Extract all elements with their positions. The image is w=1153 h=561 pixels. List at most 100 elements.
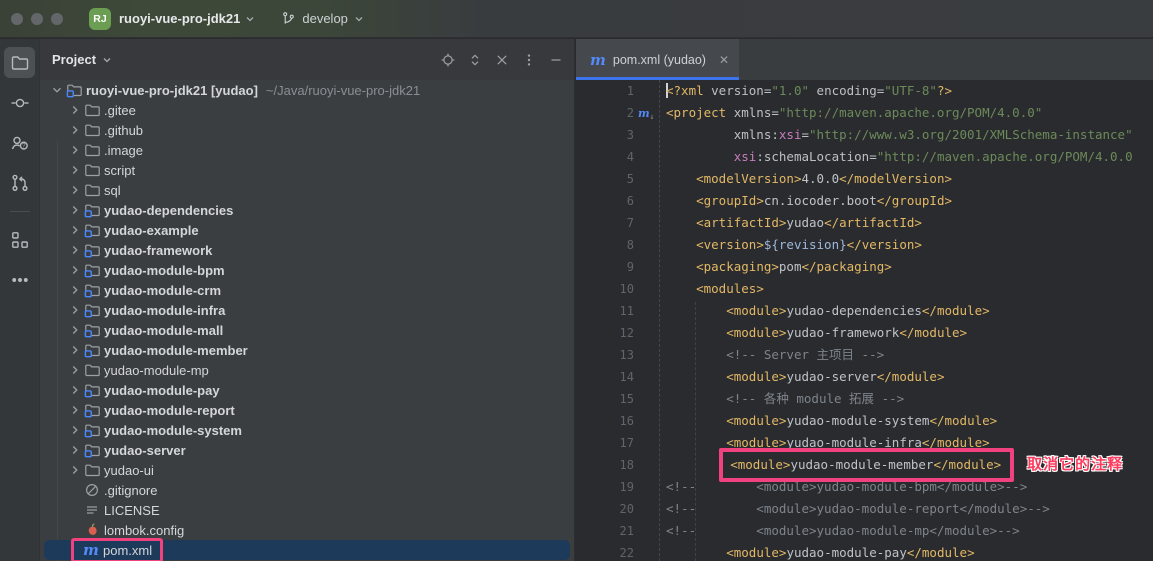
line-number[interactable]: 14: [576, 366, 660, 388]
tab-pom-xml[interactable]: m pom.xml (yudao) ✕: [576, 39, 739, 80]
options-menu-icon[interactable]: [517, 48, 541, 72]
code-editor[interactable]: 1<?xml version="1.0" encoding="UTF-8"?>2…: [576, 80, 1153, 561]
line-number[interactable]: 12: [576, 322, 660, 344]
line-number[interactable]: 1: [576, 80, 660, 102]
code-line-7[interactable]: 7 <artifactId>yudao</artifactId>: [576, 212, 1153, 234]
tree-item-pom.xml[interactable]: mpom.xml: [44, 540, 570, 560]
code-line-14[interactable]: 14 <module>yudao-server</module>: [576, 366, 1153, 388]
hide-panel-icon[interactable]: [544, 48, 568, 72]
chevron-down-icon[interactable]: [245, 14, 255, 24]
code-line-16[interactable]: 16 <module>yudao-module-system</module>: [576, 410, 1153, 432]
tree-item-yudao-example[interactable]: yudao-example: [40, 220, 574, 240]
chevron-right-icon[interactable]: [66, 322, 84, 338]
code-line-18[interactable]: 18 <module>yudao-module-member</module>取…: [576, 454, 1153, 476]
tree-item-.gitee[interactable]: .gitee: [40, 100, 574, 120]
chevron-right-icon[interactable]: [66, 142, 84, 158]
chevron-right-icon[interactable]: [66, 342, 84, 358]
tree-item-root[interactable]: ruoyi-vue-pro-jdk21 [yudao]~/Java/ruoyi-…: [40, 80, 574, 100]
line-number[interactable]: 21: [576, 520, 660, 542]
expand-all-icon[interactable]: [463, 48, 487, 72]
code-line-6[interactable]: 6 <groupId>cn.iocoder.boot</groupId>: [576, 190, 1153, 212]
tree-item-yudao-module-report[interactable]: yudao-module-report: [40, 400, 574, 420]
minimize-window-icon[interactable]: [31, 13, 43, 25]
tree-item-yudao-module-infra[interactable]: yudao-module-infra: [40, 300, 574, 320]
code-line-10[interactable]: 10 <modules>: [576, 278, 1153, 300]
line-number[interactable]: 6: [576, 190, 660, 212]
chevron-right-icon[interactable]: [66, 222, 84, 238]
tree-item-yudao-module-member[interactable]: yudao-module-member: [40, 340, 574, 360]
code-line-21[interactable]: 21<!-- <module>yudao-module-mp</module>-…: [576, 520, 1153, 542]
line-number[interactable]: 10: [576, 278, 660, 300]
chevron-right-icon[interactable]: [66, 262, 84, 278]
chevron-expanded-icon[interactable]: [48, 82, 66, 98]
chevron-right-icon[interactable]: [66, 162, 84, 178]
tree-item-yudao-framework[interactable]: yudao-framework: [40, 240, 574, 260]
chevron-right-icon[interactable]: [66, 102, 84, 118]
code-line-1[interactable]: 1<?xml version="1.0" encoding="UTF-8"?>: [576, 80, 1153, 102]
tree-item-yudao-module-bpm[interactable]: yudao-module-bpm: [40, 260, 574, 280]
pull-request-icon[interactable]: [4, 167, 35, 198]
chevron-right-icon[interactable]: [66, 282, 84, 298]
chevron-right-icon[interactable]: [66, 182, 84, 198]
close-window-icon[interactable]: [11, 13, 23, 25]
line-number[interactable]: 18: [576, 454, 660, 476]
tree-item-yudao-module-system[interactable]: yudao-module-system: [40, 420, 574, 440]
chevron-right-icon[interactable]: [66, 302, 84, 318]
line-number[interactable]: 13: [576, 344, 660, 366]
chevron-down-icon[interactable]: [102, 55, 112, 65]
maven-gutter-icon[interactable]: m↓: [638, 102, 654, 124]
line-number[interactable]: 7: [576, 212, 660, 234]
code-line-9[interactable]: 9 <packaging>pom</packaging>: [576, 256, 1153, 278]
panel-title[interactable]: Project: [52, 52, 96, 67]
line-number[interactable]: 5: [576, 168, 660, 190]
tree-item-yudao-module-crm[interactable]: yudao-module-crm: [40, 280, 574, 300]
close-tab-icon[interactable]: ✕: [719, 53, 729, 67]
tree-item-yudao-module-mp[interactable]: yudao-module-mp: [40, 360, 574, 380]
tree-item-yudao-module-pay[interactable]: yudao-module-pay: [40, 380, 574, 400]
line-number[interactable]: 3: [576, 124, 660, 146]
code-line-8[interactable]: 8 <version>${revision}</version>: [576, 234, 1153, 256]
tree-item-.image[interactable]: .image: [40, 140, 574, 160]
chevron-right-icon[interactable]: [66, 122, 84, 138]
line-number[interactable]: 4: [576, 146, 660, 168]
tree-item-yudao-ui[interactable]: yudao-ui: [40, 460, 574, 480]
tree-item-sql[interactable]: sql: [40, 180, 574, 200]
code-line-20[interactable]: 20<!-- <module>yudao-module-report</modu…: [576, 498, 1153, 520]
line-number[interactable]: 15: [576, 388, 660, 410]
line-number[interactable]: 22: [576, 542, 660, 561]
chevron-right-icon[interactable]: [66, 442, 84, 458]
commit-icon[interactable]: [4, 87, 35, 118]
code-line-11[interactable]: 11 <module>yudao-dependencies</module>: [576, 300, 1153, 322]
project-name-widget[interactable]: ruoyi-vue-pro-jdk21: [119, 11, 240, 26]
tree-item-yudao-server[interactable]: yudao-server: [40, 440, 574, 460]
tree-item-yudao-module-mall[interactable]: yudao-module-mall: [40, 320, 574, 340]
zoom-window-icon[interactable]: [51, 13, 63, 25]
tree-item-.gitignore[interactable]: .gitignore: [40, 480, 574, 500]
tree-item-LICENSE[interactable]: LICENSE: [40, 500, 574, 520]
users-question-icon[interactable]: ?: [4, 127, 35, 158]
more-icon[interactable]: [4, 264, 35, 295]
locate-opened-file-icon[interactable]: [436, 48, 460, 72]
structure-icon[interactable]: [4, 224, 35, 255]
chevron-right-icon[interactable]: [66, 462, 84, 478]
code-line-2[interactable]: 2m↓<project xmlns="http://maven.apache.o…: [576, 102, 1153, 124]
line-number[interactable]: 8: [576, 234, 660, 256]
chevron-right-icon[interactable]: [66, 402, 84, 418]
collapse-all-icon[interactable]: [490, 48, 514, 72]
code-line-22[interactable]: 22 <module>yudao-module-pay</module>: [576, 542, 1153, 561]
tree-item-.github[interactable]: .github: [40, 120, 574, 140]
tree-item-script[interactable]: script: [40, 160, 574, 180]
line-number[interactable]: 11: [576, 300, 660, 322]
line-number[interactable]: 20: [576, 498, 660, 520]
code-line-5[interactable]: 5 <modelVersion>4.0.0</modelVersion>: [576, 168, 1153, 190]
chevron-right-icon[interactable]: [66, 382, 84, 398]
chevron-right-icon[interactable]: [66, 242, 84, 258]
code-line-13[interactable]: 13 <!-- Server 主项目 -->: [576, 344, 1153, 366]
code-line-4[interactable]: 4 xsi:schemaLocation="http://maven.apach…: [576, 146, 1153, 168]
chevron-right-icon[interactable]: [66, 422, 84, 438]
line-number[interactable]: 16: [576, 410, 660, 432]
chevron-right-icon[interactable]: [66, 362, 84, 378]
code-line-12[interactable]: 12 <module>yudao-framework</module>: [576, 322, 1153, 344]
git-branch-widget[interactable]: develop: [281, 11, 364, 26]
code-line-3[interactable]: 3 xmlns:xsi="http://www.w3.org/2001/XMLS…: [576, 124, 1153, 146]
